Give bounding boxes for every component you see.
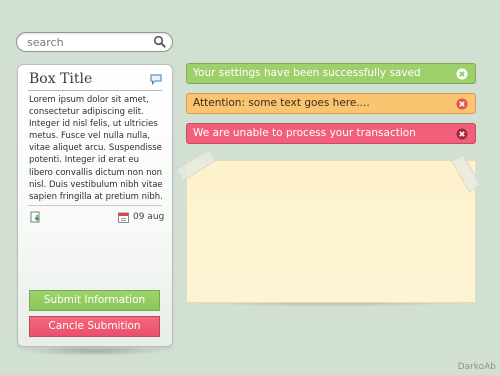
alert-success: Your settings have been successfully sav… <box>186 63 476 84</box>
box-body-text: Lorem ipsum dolor sit amet, consectetur … <box>29 95 163 202</box>
alert-warning-text: Attention: some text goes here.... <box>193 97 370 109</box>
search-icon[interactable] <box>153 35 167 49</box>
calendar-icon <box>118 212 129 223</box>
cancel-submission-button[interactable]: Cancle Submition <box>29 316 160 337</box>
alert-error: We are unable to process your transactio… <box>186 123 476 144</box>
sticky-note <box>186 160 476 303</box>
download-icon[interactable] <box>30 211 42 223</box>
post-date: 09 aug <box>133 212 165 222</box>
title-divider <box>28 90 162 91</box>
comment-icon[interactable] <box>150 74 162 85</box>
search-field[interactable] <box>16 32 173 52</box>
submit-information-button[interactable]: Submit Information <box>29 290 160 311</box>
alert-success-text: Your settings have been successfully sav… <box>193 67 421 79</box>
alert-warning: Attention: some text goes here.... <box>186 93 476 114</box>
search-input[interactable] <box>27 35 152 50</box>
close-icon[interactable] <box>456 98 468 110</box>
alert-error-text: We are unable to process your transactio… <box>193 127 416 139</box>
box-drop-shadow <box>22 346 168 356</box>
meta-divider <box>28 205 162 206</box>
content-box: Box Title Lorem ipsum dolor sit amet, co… <box>17 64 173 347</box>
close-icon[interactable] <box>456 128 468 140</box>
box-title: Box Title <box>29 71 93 87</box>
author-credit: DarkoAb <box>457 362 496 372</box>
close-icon[interactable] <box>456 68 468 80</box>
